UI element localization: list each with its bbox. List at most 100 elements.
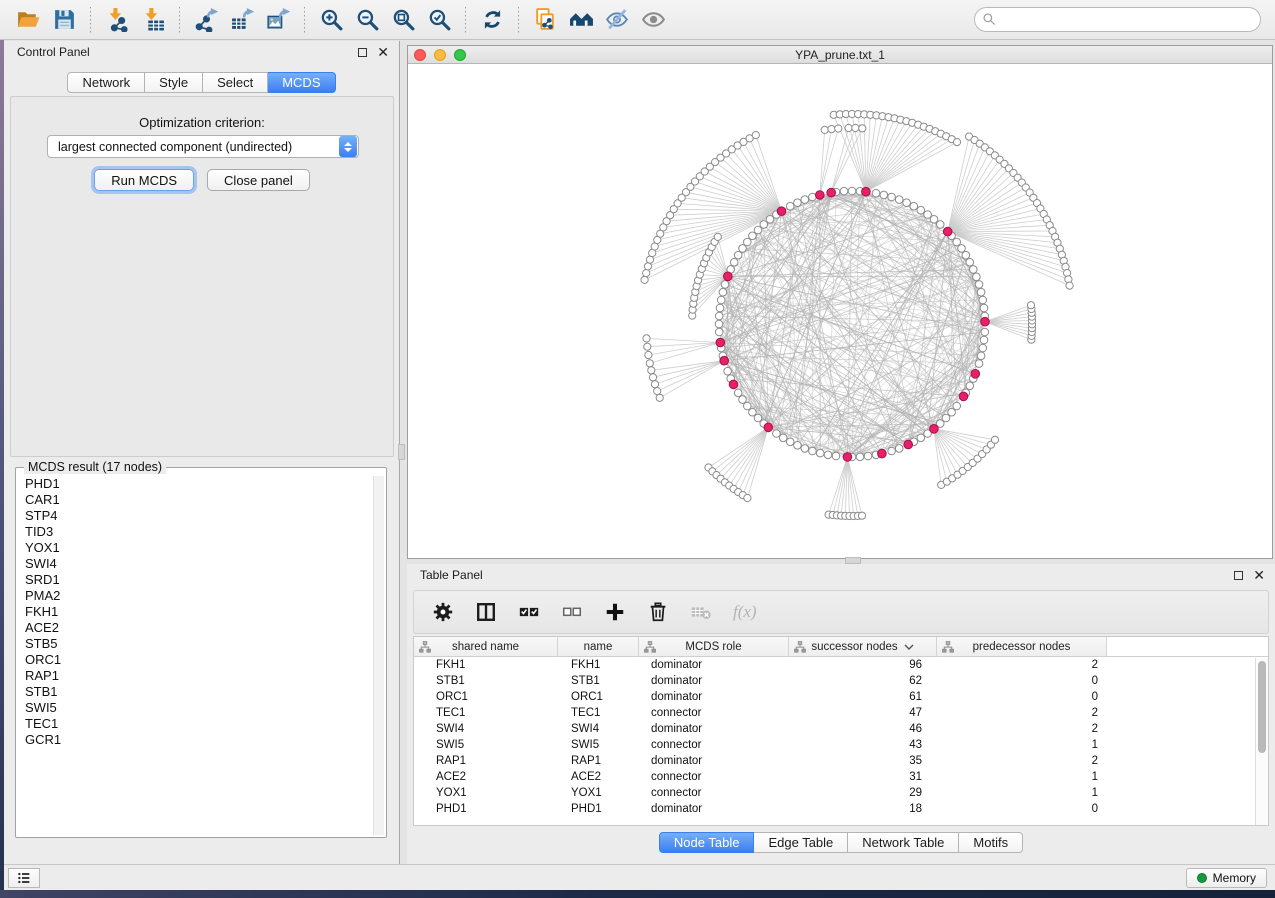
mcds-panel: Optimization criterion: largest connecte…	[10, 96, 394, 457]
show-all-button[interactable]	[635, 4, 671, 36]
mcds-result-item[interactable]: SRD1	[25, 572, 372, 588]
fit-content-button[interactable]	[385, 4, 421, 36]
tab-motifs[interactable]: Motifs	[959, 832, 1023, 853]
mcds-result-item[interactable]: STB1	[25, 684, 372, 700]
table-cell: 35	[789, 755, 937, 767]
first-neighbors-button[interactable]	[563, 4, 599, 36]
tab-node-table[interactable]: Node Table	[659, 832, 755, 853]
function-builder-button: f(x)	[733, 602, 757, 622]
close-panel-icon[interactable]: ✕	[377, 48, 389, 57]
table-row[interactable]: ACE2ACE2connector311	[414, 769, 1268, 785]
optimization-criterion-value: largest connected component (undirected)	[48, 140, 339, 154]
table-cell: 2	[937, 723, 1107, 735]
open-file-button[interactable]	[10, 4, 46, 36]
table-row[interactable]: ORC1ORC1dominator610	[414, 689, 1268, 705]
table-row[interactable]: RAP1RAP1dominator352	[414, 753, 1268, 769]
float-window-icon[interactable]	[1234, 571, 1243, 580]
table-cell: 1	[937, 771, 1107, 783]
table-row[interactable]: FKH1FKH1dominator962	[414, 657, 1268, 673]
tab-network-table[interactable]: Network Table	[848, 832, 959, 853]
mcds-result-item[interactable]: ORC1	[25, 652, 372, 668]
table-cell: 2	[937, 755, 1107, 767]
task-history-button[interactable]	[8, 868, 40, 888]
mcds-result-item[interactable]: RAP1	[25, 668, 372, 684]
table-row[interactable]: SWI5SWI5connector431	[414, 737, 1268, 753]
control-panel-titlebar: Control Panel ✕	[4, 41, 399, 63]
column-header-successor-nodes[interactable]: successor nodes	[789, 637, 937, 657]
mcds-result-item[interactable]: CAR1	[25, 492, 372, 508]
memory-status-dot	[1197, 873, 1207, 883]
table-row[interactable]: YOX1YOX1connector291	[414, 785, 1268, 801]
shared-column-icon	[794, 641, 806, 653]
optimization-criterion-select[interactable]: largest connected component (undirected)	[47, 135, 359, 158]
close-panel-button[interactable]: Close panel	[207, 169, 310, 191]
memory-label: Memory	[1213, 871, 1256, 885]
tab-edge-table[interactable]: Edge Table	[754, 832, 848, 853]
table-scrollbar-track[interactable]	[1255, 658, 1268, 825]
table-row[interactable]: STB1STB1dominator620	[414, 673, 1268, 689]
zoom-in-button[interactable]	[313, 4, 349, 36]
control-panel: Control Panel ✕ NetworkStyleSelectMCDS O…	[4, 41, 400, 864]
table-cell: connector	[639, 707, 789, 719]
apply-layout-button[interactable]	[474, 4, 510, 36]
export-table-button[interactable]	[224, 4, 260, 36]
show-columns-button[interactable]	[475, 601, 497, 623]
table-cell: ACE2	[558, 771, 639, 783]
import-network-button[interactable]	[99, 4, 135, 36]
new-network-from-selection-button[interactable]	[527, 4, 563, 36]
mcds-result-item[interactable]: TEC1	[25, 716, 372, 732]
column-header-mcds-role[interactable]: MCDS role	[639, 637, 789, 657]
mcds-result-item[interactable]: TID3	[25, 524, 372, 540]
mcds-result-item[interactable]: SWI5	[25, 700, 372, 716]
export-image-button[interactable]	[260, 4, 296, 36]
mcds-result-item[interactable]: PMA2	[25, 588, 372, 604]
column-header-predecessor-nodes[interactable]: predecessor nodes	[937, 637, 1107, 657]
delete-column-button[interactable]	[647, 601, 669, 623]
result-list-scrollbar[interactable]	[373, 476, 384, 835]
mcds-result-item[interactable]: PHD1	[25, 476, 372, 492]
table-cell: connector	[639, 771, 789, 783]
export-network-icon	[194, 7, 219, 32]
mcds-result-item[interactable]: SWI4	[25, 556, 372, 572]
table-cell: 47	[789, 707, 937, 719]
float-window-icon[interactable]	[358, 48, 367, 57]
select-all-rows-button[interactable]	[518, 601, 540, 623]
column-settings-button[interactable]	[432, 601, 454, 623]
run-mcds-button[interactable]: Run MCDS	[94, 169, 194, 191]
mcds-result-item[interactable]: STB5	[25, 636, 372, 652]
horizontal-splitter-handle[interactable]	[845, 557, 861, 564]
mcds-result-item[interactable]: GCR1	[25, 732, 372, 748]
column-label: successor nodes	[811, 641, 897, 653]
table-row[interactable]: PHD1PHD1dominator180	[414, 801, 1268, 817]
import-table-button[interactable]	[135, 4, 171, 36]
mcds-result-item[interactable]: ACE2	[25, 620, 372, 636]
network-graph[interactable]	[408, 65, 1272, 560]
mcds-result-item[interactable]: YOX1	[25, 540, 372, 556]
table-row[interactable]: TEC1TEC1connector472	[414, 705, 1268, 721]
table-row[interactable]: SWI4SWI4dominator462	[414, 721, 1268, 737]
network-canvas[interactable]	[408, 65, 1272, 558]
mcds-result-item[interactable]: FKH1	[25, 604, 372, 620]
tab-mcds[interactable]: MCDS	[268, 72, 335, 93]
column-header-shared-name[interactable]: shared name	[414, 637, 558, 657]
search-input[interactable]	[974, 7, 1261, 32]
column-header-name[interactable]: name	[558, 637, 639, 657]
zoom-selected-button[interactable]	[421, 4, 457, 36]
deselect-all-rows-icon	[561, 601, 583, 623]
memory-button[interactable]: Memory	[1186, 868, 1267, 888]
tab-select[interactable]: Select	[203, 72, 268, 93]
hide-selected-button[interactable]	[599, 4, 635, 36]
tab-style[interactable]: Style	[145, 72, 203, 93]
export-network-button[interactable]	[188, 4, 224, 36]
add-column-button[interactable]	[604, 601, 626, 623]
vertical-splitter-handle[interactable]	[398, 444, 405, 460]
table-cell: 1	[937, 739, 1107, 751]
table-scrollbar-thumb[interactable]	[1258, 661, 1266, 753]
table-cell: ORC1	[558, 691, 639, 703]
deselect-all-rows-button[interactable]	[561, 601, 583, 623]
tab-network[interactable]: Network	[67, 72, 145, 93]
mcds-result-item[interactable]: STP4	[25, 508, 372, 524]
save-session-button[interactable]	[46, 4, 82, 36]
zoom-out-button[interactable]	[349, 4, 385, 36]
close-panel-icon[interactable]: ✕	[1253, 571, 1265, 580]
